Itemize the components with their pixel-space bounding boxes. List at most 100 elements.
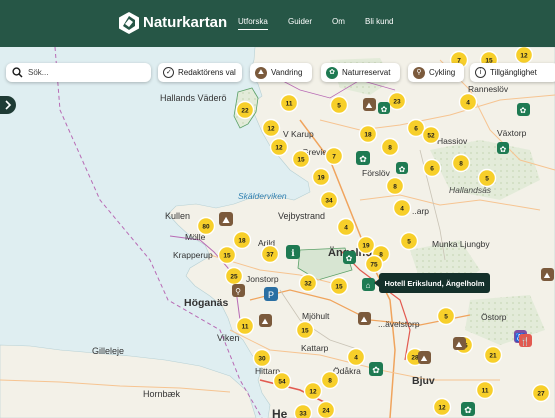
svg-text:✿: ✿ xyxy=(359,154,367,164)
cluster-count: 5 xyxy=(444,313,448,320)
flower-poi-icon[interactable]: ✿ xyxy=(378,102,390,114)
hiker-poi-icon[interactable]: ⛰ xyxy=(219,212,233,226)
flower-poi-icon[interactable]: ✿ xyxy=(369,362,383,376)
cluster-marker[interactable]: 4 xyxy=(336,217,356,237)
nav-guider[interactable]: Guider xyxy=(288,17,312,26)
cluster-marker[interactable]: 15 xyxy=(217,245,237,265)
search-input[interactable] xyxy=(28,65,146,79)
nav-om[interactable]: Om xyxy=(332,17,345,26)
cluster-marker[interactable]: 24 xyxy=(316,400,336,418)
cluster-marker[interactable]: 34 xyxy=(319,190,339,210)
filter-label: Naturreservat xyxy=(342,68,391,77)
nav-bli-kund[interactable]: Bli kund xyxy=(365,17,393,26)
cluster-marker[interactable]: 19 xyxy=(356,235,376,255)
cluster-count: 21 xyxy=(489,352,497,359)
cluster-marker[interactable]: 27 xyxy=(531,383,551,403)
cluster-marker[interactable]: 25 xyxy=(224,266,244,286)
cluster-marker[interactable]: 15 xyxy=(329,276,349,296)
svg-text:⚲: ⚲ xyxy=(235,287,241,296)
cluster-marker[interactable]: 30 xyxy=(252,348,272,368)
hiker-poi-icon[interactable]: ⛰ xyxy=(453,337,466,350)
cluster-marker[interactable]: 12 xyxy=(514,47,534,65)
cluster-marker[interactable]: 19 xyxy=(311,167,331,187)
flower-poi-icon[interactable]: ✿ xyxy=(461,402,475,416)
cluster-marker[interactable]: 22 xyxy=(235,100,255,120)
cluster-marker[interactable]: 18 xyxy=(358,124,378,144)
filter-vandring[interactable]: ⛰ Vandring xyxy=(250,63,312,82)
hiker-poi-icon[interactable]: ⛰ xyxy=(363,98,376,111)
place-label: Hassiov xyxy=(437,136,468,146)
cluster-marker[interactable]: 12 xyxy=(303,381,323,401)
filter-cykling[interactable]: ⚲ Cykling xyxy=(408,63,464,82)
cluster-marker[interactable]: 75 xyxy=(364,254,384,274)
cluster-marker[interactable]: 33 xyxy=(293,403,313,418)
hiker-poi-icon[interactable]: ⛰ xyxy=(259,314,272,327)
flower-poi-icon[interactable]: ✿ xyxy=(356,151,370,165)
cluster-marker[interactable]: 37 xyxy=(260,244,280,264)
cluster-count: 4 xyxy=(400,205,404,212)
cluster-marker[interactable]: 32 xyxy=(298,273,318,293)
cluster-marker[interactable]: 52 xyxy=(421,125,441,145)
cluster-marker[interactable]: 5 xyxy=(329,95,349,115)
cluster-count: 15 xyxy=(297,156,305,163)
nav-utforska[interactable]: Utforska xyxy=(238,17,268,30)
cluster-marker[interactable]: 12 xyxy=(269,137,289,157)
hiker-poi-icon[interactable]: ⛰ xyxy=(358,312,371,325)
info-poi-icon[interactable]: ℹ xyxy=(286,245,300,259)
cluster-marker[interactable]: 80 xyxy=(196,216,216,236)
cluster-marker[interactable]: 4 xyxy=(346,347,366,367)
cluster-marker[interactable]: 21 xyxy=(483,345,503,365)
cluster-marker[interactable]: 8 xyxy=(451,153,471,173)
cluster-marker[interactable]: 5 xyxy=(399,231,419,251)
cluster-marker[interactable]: 54 xyxy=(272,371,292,391)
search-box[interactable] xyxy=(6,63,151,82)
cyclist-poi-icon[interactable]: ⚲ xyxy=(232,284,245,297)
expand-sidebar-button[interactable] xyxy=(0,96,16,114)
cluster-marker[interactable]: 5 xyxy=(477,168,497,188)
cluster-marker[interactable]: 4 xyxy=(458,92,478,112)
restaurant-poi-icon[interactable]: 🍴 xyxy=(519,334,532,347)
cluster-marker[interactable]: 23 xyxy=(387,91,407,111)
hiker-poi-icon[interactable]: ⛰ xyxy=(418,351,431,364)
cluster-count: 8 xyxy=(388,144,392,151)
naturkartan-logo-icon[interactable] xyxy=(119,12,139,34)
cluster-marker[interactable]: 4 xyxy=(392,198,412,218)
cluster-marker[interactable]: 11 xyxy=(475,380,495,400)
cluster-count: 32 xyxy=(304,280,312,287)
cluster-count: 4 xyxy=(354,354,358,361)
chevron-right-icon xyxy=(5,100,12,110)
cluster-marker[interactable]: 6 xyxy=(422,158,442,178)
cluster-marker[interactable]: 11 xyxy=(235,316,255,336)
parking-poi-icon[interactable]: P xyxy=(264,287,278,301)
cluster-marker[interactable]: 15 xyxy=(291,149,311,169)
cluster-count: 12 xyxy=(309,388,317,395)
brand-name[interactable]: Naturkartan xyxy=(143,14,227,31)
filter-naturreservat[interactable]: ✿ Naturreservat xyxy=(321,63,400,82)
filter-redaktorens-val[interactable]: ✓ Redaktörens val xyxy=(158,63,242,82)
flower-poi-icon[interactable]: ✿ xyxy=(343,251,356,264)
hiker-poi-icon[interactable]: ⛰ xyxy=(541,268,554,281)
map-canvas[interactable]: Hallands Väderö V Karup Grevie Hassiov R… xyxy=(0,47,555,418)
cluster-marker[interactable]: 15 xyxy=(295,320,315,340)
cluster-marker[interactable]: 5 xyxy=(436,306,456,326)
cluster-marker[interactable]: 12 xyxy=(432,397,452,417)
cluster-count: 8 xyxy=(393,183,397,190)
cluster-marker[interactable]: 18 xyxy=(232,230,252,250)
svg-text:✿: ✿ xyxy=(381,105,388,114)
cluster-marker[interactable]: 7 xyxy=(324,146,344,166)
cluster-count: 80 xyxy=(202,223,210,230)
cluster-count: 8 xyxy=(328,377,332,384)
cluster-marker[interactable]: 12 xyxy=(261,118,281,138)
cluster-marker[interactable]: 8 xyxy=(320,370,340,390)
filter-tillganglighet[interactable]: i Tillgänglighet xyxy=(470,63,555,82)
place-label: Vejbystrand xyxy=(278,211,325,221)
cluster-count: 18 xyxy=(238,237,246,244)
cluster-count: 52 xyxy=(427,132,435,139)
accessibility-poi-icon[interactable]: ✿ xyxy=(517,103,530,116)
cluster-marker[interactable]: 11 xyxy=(279,93,299,113)
flower-poi-icon[interactable]: ✿ xyxy=(497,142,509,154)
cluster-marker[interactable]: 8 xyxy=(380,137,400,157)
poi-tooltip: Hotell Erikslund, Ängelholm xyxy=(374,273,490,293)
flower-poi-icon[interactable]: ✿ xyxy=(396,162,408,174)
cluster-marker[interactable]: 8 xyxy=(385,176,405,196)
